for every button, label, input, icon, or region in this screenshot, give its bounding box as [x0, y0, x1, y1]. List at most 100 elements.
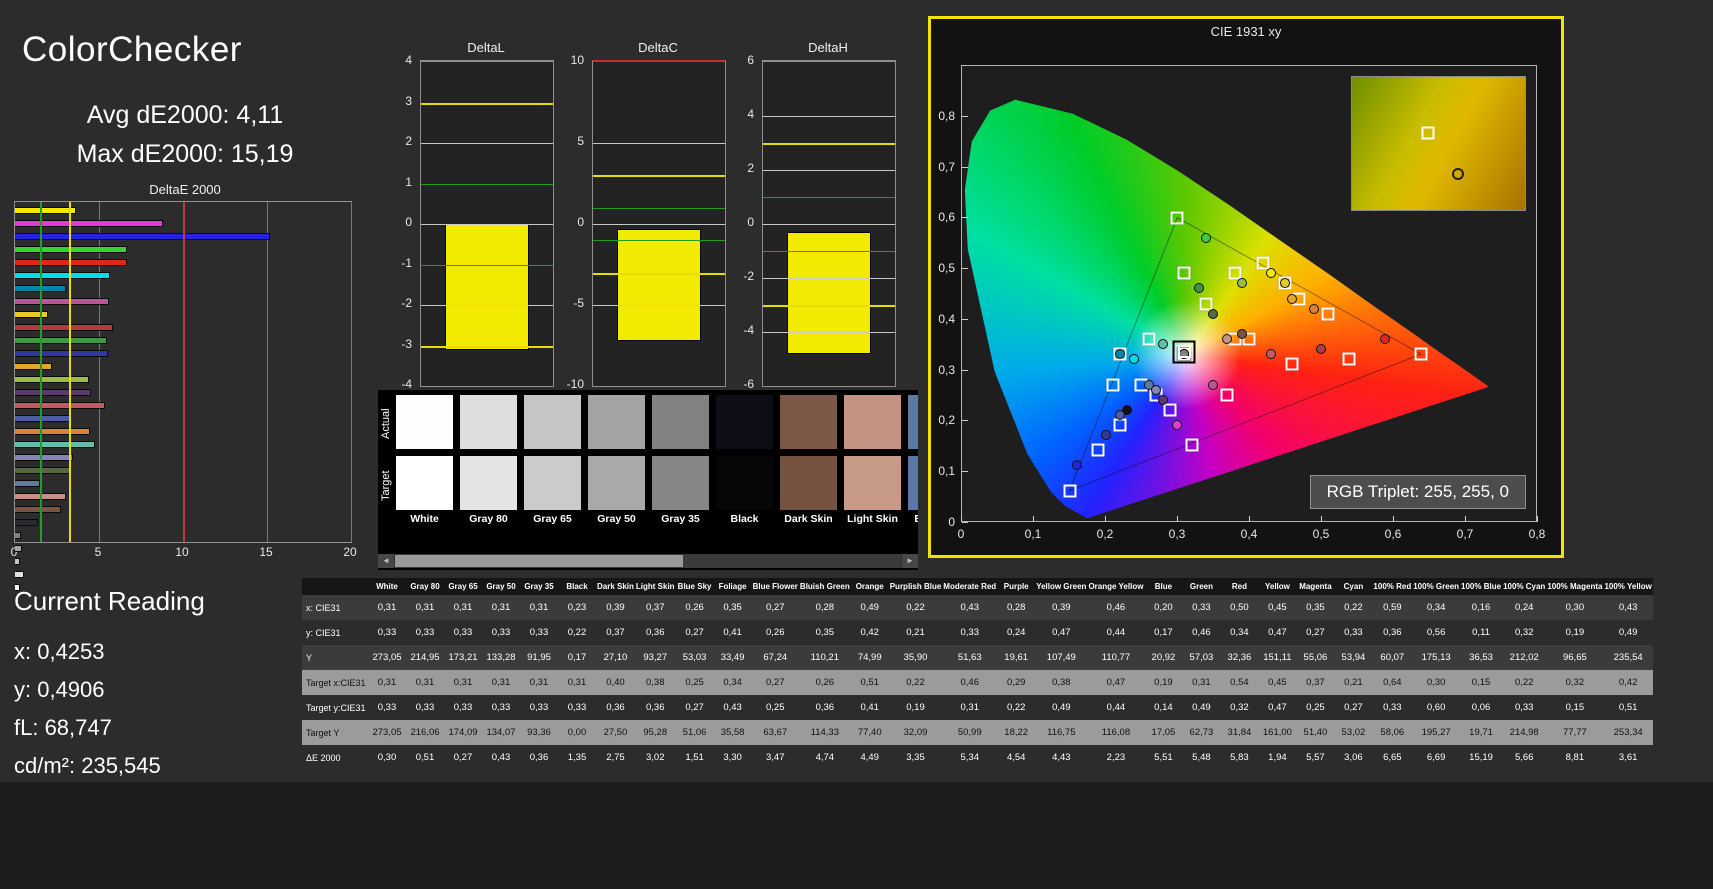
swatch-target-cell[interactable]: [652, 456, 709, 510]
delta-gridline: [421, 224, 553, 225]
inset-target-marker: [1421, 126, 1435, 140]
table-col-header: Red: [1220, 578, 1259, 595]
table-cell: 0,36: [645, 627, 665, 638]
table-cell: 0,37: [1306, 677, 1325, 688]
swatch-actual-cell[interactable]: [844, 395, 901, 449]
table-cell: 0,36: [1383, 627, 1402, 638]
table-cell: 6,65: [1383, 752, 1402, 763]
deltae-refline: [68, 202, 71, 542]
table-col-header: Green: [1182, 578, 1221, 595]
swatch-label: Gray 80: [469, 513, 508, 525]
deltac-chart[interactable]: DeltaC 10 5 0 -5 -10: [556, 40, 732, 406]
cie-measured-marker: [1208, 379, 1219, 390]
table-cell: 0,33: [377, 702, 397, 713]
table-cell: 0,33: [1383, 702, 1402, 713]
swatch-target-cell[interactable]: [524, 456, 581, 510]
swatch-actual-cell[interactable]: [908, 395, 918, 449]
delta-gridline: [763, 116, 895, 117]
cie-measured-marker: [1236, 328, 1247, 339]
table-col-header: Orange: [850, 578, 889, 595]
scrollbar-track[interactable]: [395, 554, 901, 568]
table-col-header: 100% Yellow: [1603, 578, 1653, 595]
table-col-header: Orange Yellow: [1087, 578, 1145, 595]
swatch-actual-cell[interactable]: [588, 395, 645, 449]
table-cell: 0,31: [415, 677, 435, 688]
table-row: Target Y 273,05 216,06 174,09 134,07 93,36 0,0…: [302, 720, 1653, 745]
table-cell: 0,44: [1106, 627, 1126, 638]
deltal-chart[interactable]: DeltaL 4 3 2 1 0 -1 -2 -3 -4: [384, 40, 560, 406]
table-cell: 31,84: [1227, 727, 1252, 738]
swatch-target-cell[interactable]: [908, 456, 918, 510]
table-cell: 0,46: [1192, 627, 1211, 638]
deltac-chart-title: DeltaC: [638, 40, 678, 55]
table-cell: 0,30: [1565, 602, 1585, 613]
deltae2000-chart[interactable]: DeltaE 2000 0 5 10 15 20: [11, 182, 358, 591]
table-cell: 74,99: [857, 652, 882, 663]
scroll-left-icon[interactable]: ◄: [378, 554, 394, 568]
cie-y-tick: [962, 471, 968, 473]
table-cell: 0,26: [685, 602, 704, 613]
swatch-target-cell[interactable]: [396, 456, 453, 510]
cie-y-tick-label: 0,4: [938, 311, 955, 326]
table-col-header: Cyan: [1334, 578, 1373, 595]
delta-ytick-label: 4: [405, 53, 412, 67]
cie-panel[interactable]: CIE 1931 xy RGB Triplet: 255, 255, 0 0 0,…: [928, 16, 1564, 558]
swatch-scrollbar[interactable]: ◄ ►: [378, 554, 918, 568]
table-cell: 0,33: [453, 627, 473, 638]
table-cell: 174,09: [448, 727, 478, 738]
table-cell: 0,28: [815, 602, 835, 613]
scroll-right-icon[interactable]: ►: [902, 554, 918, 568]
table-cell: 0,19: [1154, 677, 1173, 688]
table-cell: 0,21: [1344, 677, 1363, 688]
scrollbar-thumb[interactable]: [395, 555, 684, 567]
table-cell: 0,39: [1052, 602, 1071, 613]
swatch-target-cell[interactable]: [588, 456, 645, 510]
table-cell: 2,75: [606, 752, 625, 763]
table-cell: 60,07: [1380, 652, 1405, 663]
table-cell: 0,28: [1006, 602, 1026, 613]
cie-y-tick-label: 0,2: [938, 413, 955, 428]
table-cell: 0,22: [1006, 702, 1026, 713]
table-cell: 0,33: [377, 627, 397, 638]
background-band: [0, 782, 1713, 889]
deltae-bar: [15, 350, 108, 357]
table-col-header: Gray 80: [406, 578, 444, 595]
table-cell: 0,33: [529, 627, 549, 638]
delta-gridline: [763, 170, 895, 171]
swatch-target-cell[interactable]: [780, 456, 837, 510]
swatch-actual-cell[interactable]: [780, 395, 837, 449]
patch-zoom-inset: [1351, 76, 1526, 211]
swatch-actual-cell[interactable]: [652, 395, 709, 449]
swatch-target-cell[interactable]: [716, 456, 773, 510]
table-col-header: Magenta: [1296, 578, 1335, 595]
table-cell: 0,27: [1306, 627, 1325, 638]
delta-gridline: [763, 278, 895, 279]
swatch-actual-cell[interactable]: [716, 395, 773, 449]
table-cell: 151,11: [1263, 652, 1292, 663]
swatch-actual-cell[interactable]: [524, 395, 581, 449]
deltae-bar: [15, 571, 24, 578]
cie-target-marker: [1106, 378, 1120, 391]
cie-y-tick: [962, 166, 968, 168]
swatch-actual-cell[interactable]: [396, 395, 453, 449]
table-cell: 0,49: [860, 602, 879, 613]
delta-ytick-label: 2: [747, 160, 754, 175]
table-row-label: x: CIE31: [306, 602, 341, 613]
swatch-label: Gray 65: [533, 513, 572, 525]
actual-row-label: Actual: [380, 408, 392, 439]
table-col-header: Blue: [1144, 578, 1183, 595]
swatch-actual-cell[interactable]: [460, 395, 517, 449]
delta-ytick-label: -6: [743, 377, 754, 391]
cie-target-marker: [1091, 443, 1105, 457]
table-col-header: 100% Cyan: [1502, 578, 1547, 595]
swatch-target-cell[interactable]: [844, 456, 901, 510]
delta-gridline: [593, 143, 725, 144]
table-cell: 0,22: [906, 602, 925, 613]
table-row-label: Target y:CIE31: [306, 702, 366, 713]
table-row-label: Y: [306, 652, 313, 663]
deltah-axis-labels: 6 4 2 0 -2 -4 -6: [726, 53, 758, 391]
deltah-chart[interactable]: DeltaH 6 4 2 0 -2 -4 -6: [726, 40, 902, 406]
table-cell: 0,51: [415, 752, 435, 763]
table-cell: 0,34: [1426, 602, 1446, 613]
swatch-target-cell[interactable]: [460, 456, 517, 510]
